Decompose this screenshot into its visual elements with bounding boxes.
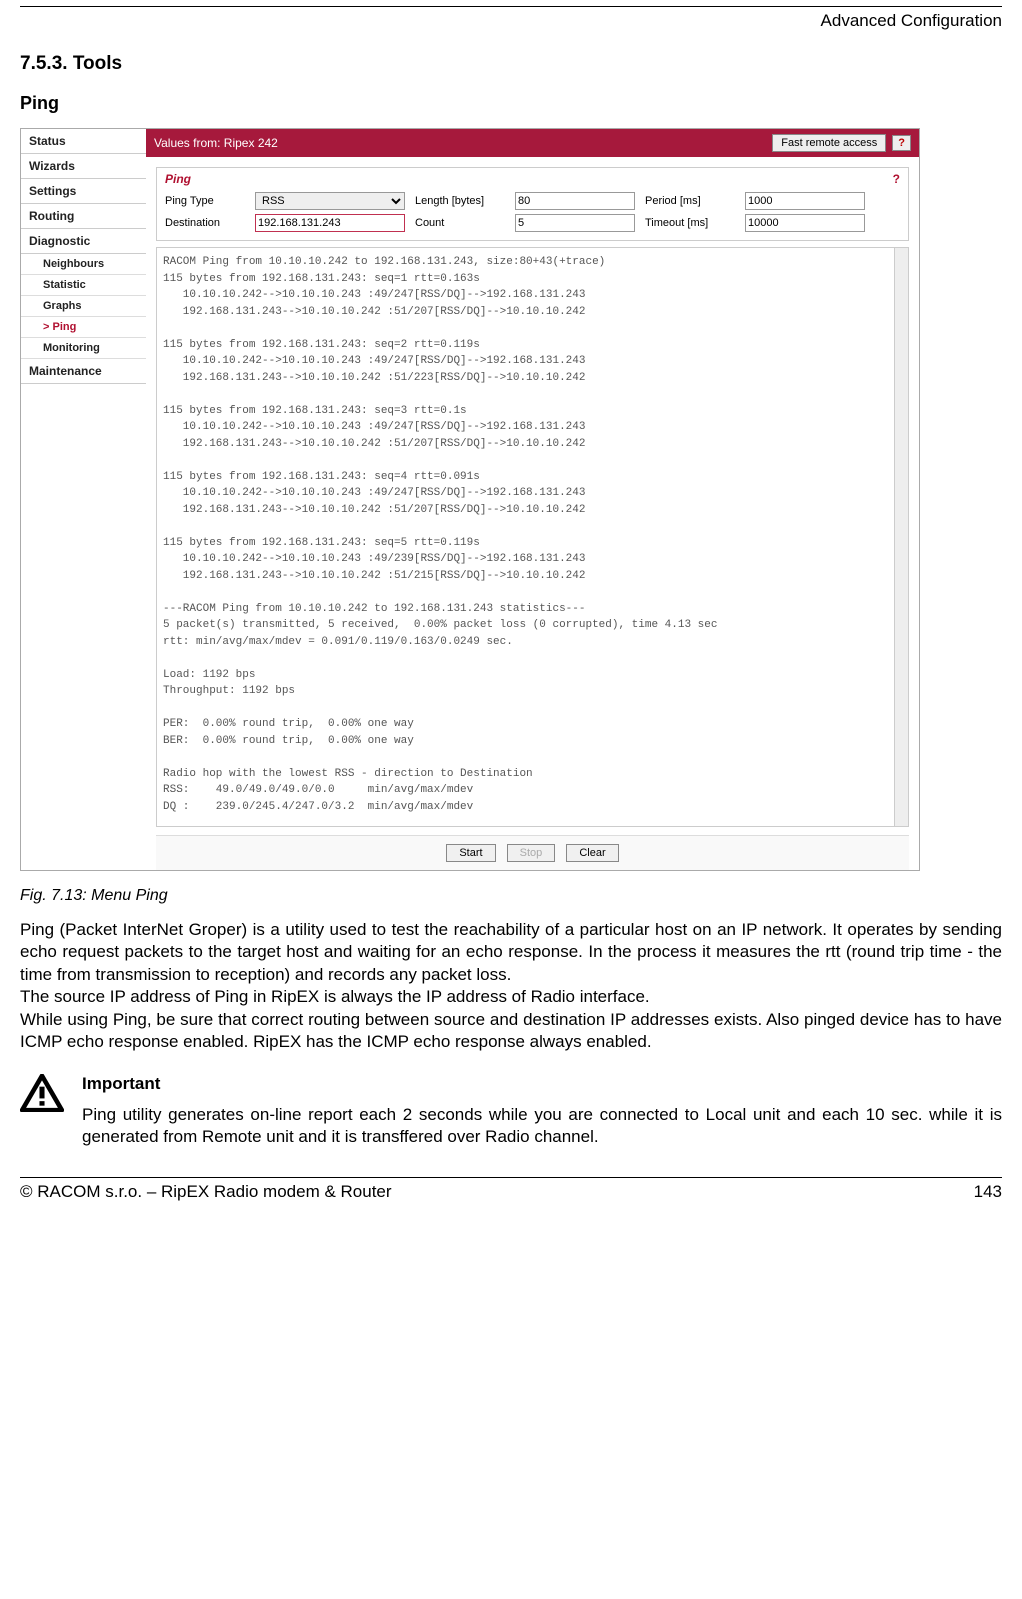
ping-screenshot: Status Wizards Settings Routing Diagnost…	[20, 128, 920, 871]
important-body: Ping utility generates on-line report ea…	[82, 1104, 1002, 1149]
paragraph-3: While using Ping, be sure that correct r…	[20, 1009, 1002, 1054]
ping-type-label: Ping Type	[165, 195, 245, 207]
header-chapter: Advanced Configuration	[20, 7, 1002, 45]
warning-icon	[20, 1074, 64, 1112]
sidebar-item-monitoring[interactable]: Monitoring	[21, 338, 146, 359]
stop-button[interactable]: Stop	[507, 844, 556, 862]
start-button[interactable]: Start	[446, 844, 495, 862]
length-label: Length [bytes]	[415, 195, 505, 207]
count-input[interactable]	[515, 214, 635, 232]
sidebar-item-ping[interactable]: Ping	[21, 317, 146, 338]
output-panel: RACOM Ping from 10.10.10.242 to 192.168.…	[156, 247, 909, 827]
page-number: 143	[974, 1182, 1002, 1202]
timeout-input[interactable]	[745, 214, 865, 232]
destination-label: Destination	[165, 217, 245, 229]
button-row: Start Stop Clear	[156, 835, 909, 870]
footer-left: © RACOM s.r.o. – RipEX Radio modem & Rou…	[20, 1182, 392, 1202]
period-input[interactable]	[745, 192, 865, 210]
period-label: Period [ms]	[645, 195, 735, 207]
paragraph-2: The source IP address of Ping in RipEX i…	[20, 986, 1002, 1008]
sidebar-item-maintenance[interactable]: Maintenance	[21, 359, 146, 384]
sidebar-item-routing[interactable]: Routing	[21, 204, 146, 229]
important-heading: Important	[82, 1074, 1002, 1094]
scrollbar[interactable]	[894, 248, 908, 826]
length-input[interactable]	[515, 192, 635, 210]
sidebar-item-neighbours[interactable]: Neighbours	[21, 254, 146, 275]
paragraph-1: Ping (Packet InterNet Groper) is a utili…	[20, 919, 1002, 986]
figure-caption: Fig. 7.13: Menu Ping	[20, 887, 1002, 905]
tool-heading: Ping	[20, 93, 1002, 114]
sidebar-item-wizards[interactable]: Wizards	[21, 154, 146, 179]
sidebar-item-status[interactable]: Status	[21, 129, 146, 154]
count-label: Count	[415, 217, 505, 229]
panel-help-button[interactable]: ?	[893, 172, 900, 186]
ping-output: RACOM Ping from 10.10.10.242 to 192.168.…	[157, 248, 908, 826]
values-from-label: Values from: Ripex 242	[154, 136, 278, 150]
destination-input[interactable]	[255, 214, 405, 232]
panel-title: Ping	[165, 172, 191, 186]
section-number: 7.5.3. Tools	[20, 53, 1002, 75]
ping-form-panel: Ping ? Ping Type RSS Length [bytes] Peri…	[156, 167, 909, 241]
timeout-label: Timeout [ms]	[645, 217, 735, 229]
titlebar-help-button[interactable]: ?	[892, 135, 911, 151]
important-box: Important Ping utility generates on-line…	[20, 1074, 1002, 1149]
sidebar-item-graphs[interactable]: Graphs	[21, 296, 146, 317]
ping-type-select[interactable]: RSS	[255, 192, 405, 210]
title-bar: Values from: Ripex 242 Fast remote acces…	[146, 129, 919, 157]
sidebar-item-statistic[interactable]: Statistic	[21, 275, 146, 296]
sidebar-item-diagnostic[interactable]: Diagnostic	[21, 229, 146, 254]
sidebar: Status Wizards Settings Routing Diagnost…	[21, 129, 146, 870]
clear-button[interactable]: Clear	[566, 844, 618, 862]
fast-remote-access-button[interactable]: Fast remote access	[772, 134, 886, 152]
sidebar-item-settings[interactable]: Settings	[21, 179, 146, 204]
